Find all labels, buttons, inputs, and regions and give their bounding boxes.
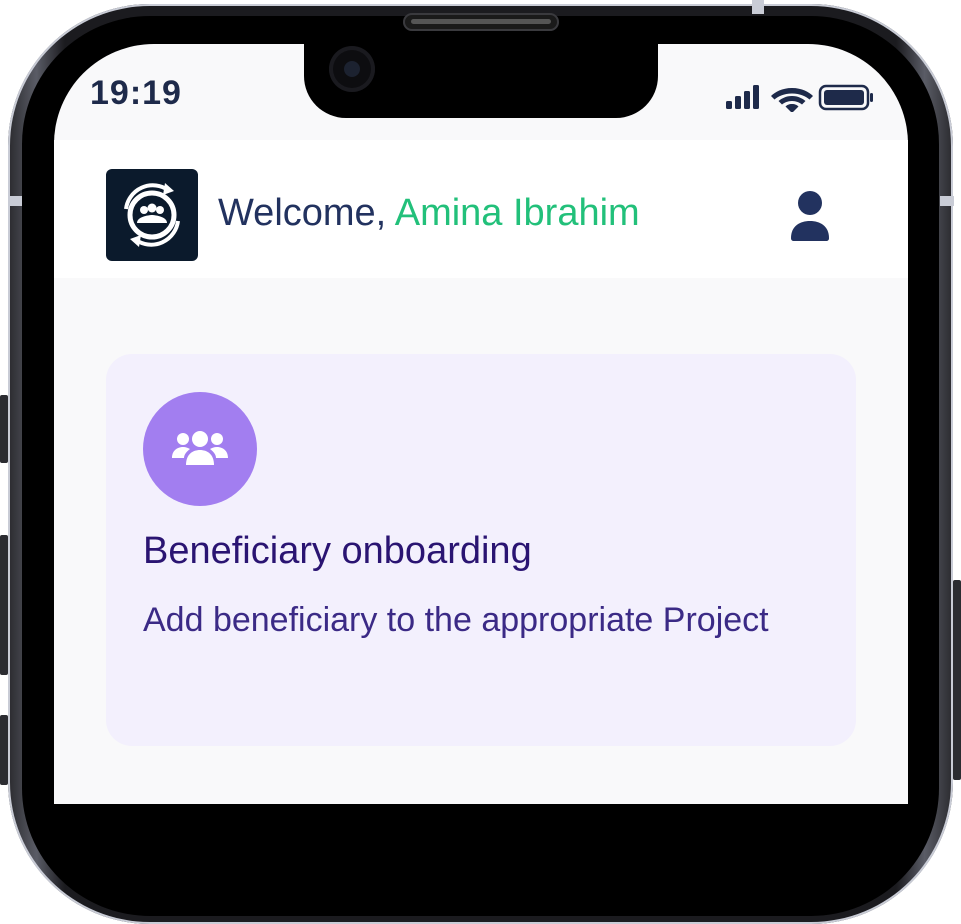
volume-up-button <box>0 535 8 675</box>
volume-down-button <box>0 715 8 785</box>
earpiece-speaker <box>403 13 559 31</box>
card-icon-circle <box>143 392 257 506</box>
antenna-band-right <box>940 196 954 206</box>
front-camera <box>329 46 375 92</box>
users-group-icon <box>172 431 228 465</box>
profile-button[interactable] <box>786 190 834 242</box>
welcome-prefix: Welcome, <box>218 192 387 234</box>
wifi-icon <box>771 88 813 113</box>
battery-icon <box>818 84 873 111</box>
status-time: 19:19 <box>90 74 182 112</box>
card-title: Beneficiary onboarding <box>143 530 532 572</box>
welcome-message: Welcome, Amina Ibrahim <box>218 192 640 235</box>
card-description: Add beneficiary to the appropriate Proje… <box>143 601 769 639</box>
mute-switch <box>0 395 8 463</box>
antenna-band-top <box>752 0 764 14</box>
user-icon <box>791 191 829 241</box>
app-logo-icon <box>124 183 180 247</box>
power-button <box>953 580 961 780</box>
status-icons <box>726 84 876 113</box>
antenna-band-left <box>8 196 22 206</box>
app-logo <box>106 169 198 261</box>
cellular-signal-icon <box>726 85 759 109</box>
user-name: Amina Ibrahim <box>394 192 640 234</box>
